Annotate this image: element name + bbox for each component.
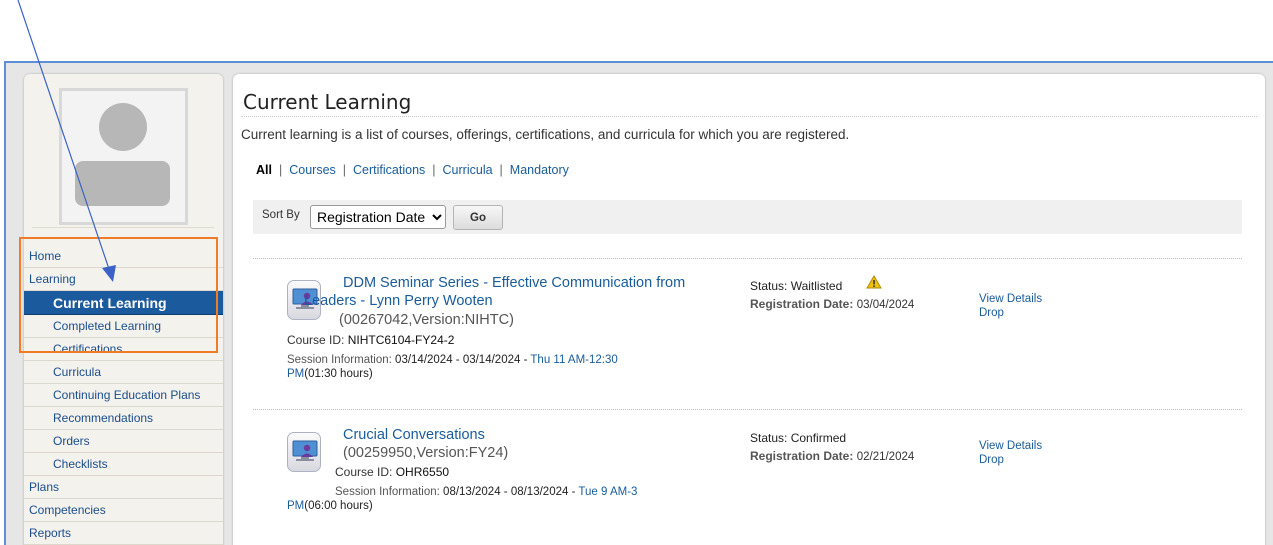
sidebar-item-continuing-education-plans[interactable]: Continuing Education Plans xyxy=(24,384,223,407)
filter-separator: | xyxy=(342,163,347,177)
main-panel: Current Learning Current learning is a l… xyxy=(233,74,1265,545)
sidebar-item-competencies[interactable]: Competencies xyxy=(24,499,223,522)
session-duration: (06:00 hours) xyxy=(304,500,373,512)
status-text: Status: Confirmed xyxy=(750,431,847,445)
course-title-link[interactable]: Crucial Conversations xyxy=(343,426,485,444)
sidebar-divider xyxy=(32,227,214,228)
course-id-label: Course ID: xyxy=(335,465,393,479)
avatar xyxy=(59,88,188,225)
sidebar-item-plans[interactable]: Plans xyxy=(24,476,223,499)
registration-date-label: Registration Date: xyxy=(750,449,854,463)
sort-select[interactable]: Registration Date xyxy=(310,205,446,229)
course-id-value: NIHTC6104-FY24-2 xyxy=(347,333,455,347)
sidebar-item-certifications[interactable]: Certifications xyxy=(24,338,223,361)
course-id-version: (00267042,Version:NIHTC) xyxy=(339,312,514,328)
view-details-link[interactable]: View Details xyxy=(979,293,1042,305)
list-divider xyxy=(253,409,1242,410)
sidebar: Home Learning Current Learning Completed… xyxy=(24,74,223,545)
sidebar-item-curricula[interactable]: Curricula xyxy=(24,361,223,384)
warning-icon xyxy=(866,275,882,289)
session-info: Session Information: 03/14/2024 - 03/14/… xyxy=(287,353,667,381)
course-id-label: Course ID: xyxy=(287,333,345,347)
sidebar-item-current-learning[interactable]: Current Learning xyxy=(24,291,223,315)
sidebar-item-completed-learning[interactable]: Completed Learning xyxy=(24,315,223,338)
course-row: Crucial Conversations (00259950,Version:… xyxy=(253,418,1242,545)
sidebar-item-recommendations[interactable]: Recommendations xyxy=(24,407,223,430)
sidebar-item-checklists[interactable]: Checklists xyxy=(24,453,223,476)
course-id-version: (00259950,Version:FY24) xyxy=(343,445,509,461)
course-title-link[interactable]: DDM Seminar Series - Effective Communica… xyxy=(304,274,714,310)
filter-separator: | xyxy=(499,163,503,177)
page-description: Current learning is a list of courses, o… xyxy=(241,127,850,142)
sidebar-nav: Home Learning Current Learning Completed… xyxy=(24,245,223,545)
session-dates: 08/13/2024 - 08/13/2024 - xyxy=(443,486,576,498)
sidebar-item-orders[interactable]: Orders xyxy=(24,430,223,453)
registration-date: Registration Date: 02/21/2024 xyxy=(750,449,914,463)
session-duration: (01:30 hours) xyxy=(304,368,373,380)
course-id-value: OHR6550 xyxy=(395,465,450,479)
session-info-label: Session Information: xyxy=(287,354,392,366)
avatar-body xyxy=(75,161,170,206)
view-details-link[interactable]: View Details xyxy=(979,440,1042,452)
filter-curricula[interactable]: Curricula xyxy=(443,163,493,177)
registration-date-label: Registration Date: xyxy=(750,297,854,311)
filter-separator: | xyxy=(278,163,283,177)
session-dates: 03/14/2024 - 03/14/2024 - xyxy=(395,354,528,366)
course-computer-icon xyxy=(287,432,321,472)
filter-courses[interactable]: Courses xyxy=(289,163,336,177)
course-id: Course ID: OHR6550 xyxy=(335,465,449,479)
registration-date: Registration Date: 03/04/2024 xyxy=(750,297,914,311)
title-divider xyxy=(241,116,1257,117)
filter-mandatory[interactable]: Mandatory xyxy=(510,163,569,177)
avatar-head xyxy=(99,103,147,151)
course-row: DDM Seminar Series - Effective Communica… xyxy=(253,266,1242,406)
session-info-label: Session Information: xyxy=(335,486,440,498)
sidebar-item-home[interactable]: Home xyxy=(24,245,223,268)
course-id: Course ID: NIHTC6104-FY24-2 xyxy=(287,333,454,347)
page-title: Current Learning xyxy=(243,90,412,114)
go-button[interactable]: Go xyxy=(453,205,503,230)
sort-label: Sort By xyxy=(262,209,300,221)
drop-link[interactable]: Drop xyxy=(979,307,1004,319)
filter-separator: | xyxy=(432,163,436,177)
filter-bar: All | Courses | Certifications | Curricula | Man… xyxy=(256,163,569,177)
list-divider xyxy=(253,258,1242,259)
app-frame: Home Learning Current Learning Completed… xyxy=(4,61,1273,545)
sidebar-item-reports[interactable]: Reports xyxy=(24,522,223,545)
sort-bar: Sort By Registration Date Go xyxy=(253,200,1242,234)
status-text: Status: Waitlisted xyxy=(750,279,843,293)
filter-all[interactable]: All xyxy=(256,163,272,177)
registration-date-value: 03/04/2024 xyxy=(856,299,915,311)
filter-certifications[interactable]: Certifications xyxy=(353,163,425,177)
session-info: Session Information: 08/13/2024 - 08/13/… xyxy=(287,485,687,513)
registration-date-value: 02/21/2024 xyxy=(856,451,915,463)
sidebar-item-learning[interactable]: Learning xyxy=(24,268,223,291)
drop-link[interactable]: Drop xyxy=(979,454,1004,466)
